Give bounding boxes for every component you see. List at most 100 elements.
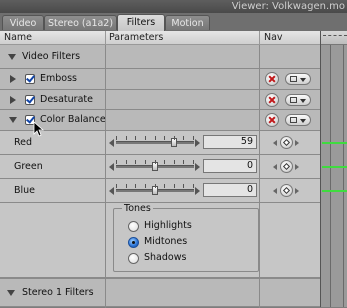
slider-tick: [164, 136, 165, 140]
decrement-arrow-icon[interactable]: [109, 163, 114, 171]
slider-tick: [155, 136, 156, 140]
radio-highlights[interactable]: [128, 221, 139, 232]
disclosure-down-icon[interactable]: [9, 117, 17, 123]
column-header: Name Parameters Nav: [0, 31, 320, 45]
slider-tick: [193, 160, 194, 164]
slider-tick: [174, 184, 175, 188]
green-value-field[interactable]: 0: [203, 159, 257, 173]
add-keyframe-icon[interactable]: [280, 184, 293, 197]
tab-motion[interactable]: Motion: [165, 15, 210, 30]
column-nav[interactable]: Nav: [264, 31, 283, 44]
slider-tick: [164, 184, 165, 188]
prev-keyframe-icon[interactable]: [273, 164, 277, 170]
disclosure-right-icon[interactable]: [10, 75, 16, 83]
desaturate-enable-checkbox[interactable]: [25, 95, 35, 105]
next-keyframe-icon[interactable]: [295, 164, 299, 170]
prev-keyframe-icon[interactable]: [273, 188, 277, 194]
slider-tick: [193, 184, 194, 188]
slider-tick: [116, 160, 117, 164]
keyframe-line-green[interactable]: [322, 166, 347, 168]
window-title: Viewer: Volkwagen.mo: [231, 1, 345, 12]
slider-tick: [116, 136, 117, 140]
radio-label-midtones: Midtones: [144, 236, 188, 247]
column-parameters[interactable]: Parameters: [109, 31, 163, 44]
mouse-cursor-icon: [33, 121, 45, 137]
decrement-arrow-icon[interactable]: [109, 187, 114, 195]
keyframe-menu-button[interactable]: [285, 114, 311, 126]
keyframe-line-red[interactable]: [322, 142, 347, 144]
add-keyframe-icon[interactable]: [280, 136, 293, 149]
viewer-titlebar: Viewer: Volkwagen.mo: [0, 0, 347, 13]
blue-value-field[interactable]: 0: [203, 183, 257, 197]
slider-tick: [155, 184, 156, 188]
slider-tick: [126, 160, 127, 164]
keyframe-line-blue[interactable]: [322, 190, 347, 192]
red-slider[interactable]: [116, 136, 194, 148]
disclosure-right-icon[interactable]: [10, 96, 16, 104]
prev-keyframe-icon[interactable]: [273, 140, 277, 146]
increment-arrow-icon[interactable]: [195, 163, 200, 171]
slider-tick: [145, 136, 146, 140]
increment-arrow-icon[interactable]: [195, 187, 200, 195]
slider-tick: [126, 136, 127, 140]
tab-bar: Video Stereo (a1a2) Filters Motion: [0, 13, 347, 31]
filter-row-emboss[interactable]: Emboss: [0, 69, 320, 90]
slider-tick: [135, 184, 136, 188]
radio-label-highlights: Highlights: [144, 220, 192, 231]
slider-tick: [145, 160, 146, 164]
filter-name: Desaturate: [40, 94, 93, 105]
radio-midtones[interactable]: [128, 237, 139, 248]
slider-tick: [174, 160, 175, 164]
radio-shadows[interactable]: [128, 253, 139, 264]
green-slider[interactable]: [116, 160, 194, 172]
param-label: Blue: [14, 185, 36, 196]
tab-filters[interactable]: Filters: [117, 14, 165, 31]
column-name[interactable]: Name: [4, 31, 32, 44]
param-row-blue: Blue 0: [0, 179, 320, 203]
video-filters-row[interactable]: Video Filters: [0, 45, 320, 69]
slider-tick: [164, 160, 165, 164]
filter-name: Emboss: [40, 73, 77, 84]
remove-filter-icon[interactable]: [265, 113, 279, 127]
decrement-arrow-icon[interactable]: [109, 139, 114, 147]
remove-filter-icon[interactable]: [265, 72, 279, 86]
tab-video[interactable]: Video: [2, 15, 44, 30]
slider-tick: [135, 136, 136, 140]
keyframe-timeline[interactable]: [320, 31, 347, 307]
video-filters-label: Video Filters: [22, 51, 81, 62]
slider-tick: [174, 136, 175, 140]
increment-arrow-icon[interactable]: [195, 139, 200, 147]
blue-slider[interactable]: [116, 184, 194, 196]
slider-tick: [183, 160, 184, 164]
tab-stereo[interactable]: Stereo (a1a2): [44, 15, 117, 30]
disclosure-down-icon[interactable]: [8, 54, 16, 60]
stereo-filters-label: Stereo 1 Filters: [22, 287, 94, 298]
filter-row-color-balance[interactable]: Color Balance: [0, 110, 320, 131]
slider-tick: [183, 184, 184, 188]
tones-title: Tones: [122, 203, 153, 214]
param-label: Green: [14, 161, 43, 172]
slider-tick: [126, 184, 127, 188]
slider-tick: [116, 184, 117, 188]
slider-tick: [135, 160, 136, 164]
remove-filter-icon[interactable]: [265, 93, 279, 107]
slider-tick: [193, 136, 194, 140]
slider-tick: [155, 160, 156, 164]
next-keyframe-icon[interactable]: [295, 188, 299, 194]
keyframe-menu-button[interactable]: [285, 94, 311, 106]
radio-label-shadows: Shadows: [144, 252, 187, 263]
add-keyframe-icon[interactable]: [280, 160, 293, 173]
tones-group: Tones Highlights Midtones Shadows: [113, 203, 259, 272]
param-row-green: Green 0: [0, 155, 320, 179]
param-label: Red: [14, 137, 33, 148]
red-value-field[interactable]: 59: [203, 135, 257, 149]
keyframe-menu-button[interactable]: [285, 73, 311, 85]
timeline-ruler[interactable]: [321, 31, 347, 45]
next-keyframe-icon[interactable]: [295, 140, 299, 146]
stereo-filters-row[interactable]: Stereo 1 Filters: [0, 278, 320, 308]
filter-row-desaturate[interactable]: Desaturate: [0, 90, 320, 110]
disclosure-down-icon[interactable]: [7, 290, 15, 296]
slider-tick: [183, 136, 184, 140]
slider-tick: [145, 184, 146, 188]
emboss-enable-checkbox[interactable]: [25, 74, 35, 84]
